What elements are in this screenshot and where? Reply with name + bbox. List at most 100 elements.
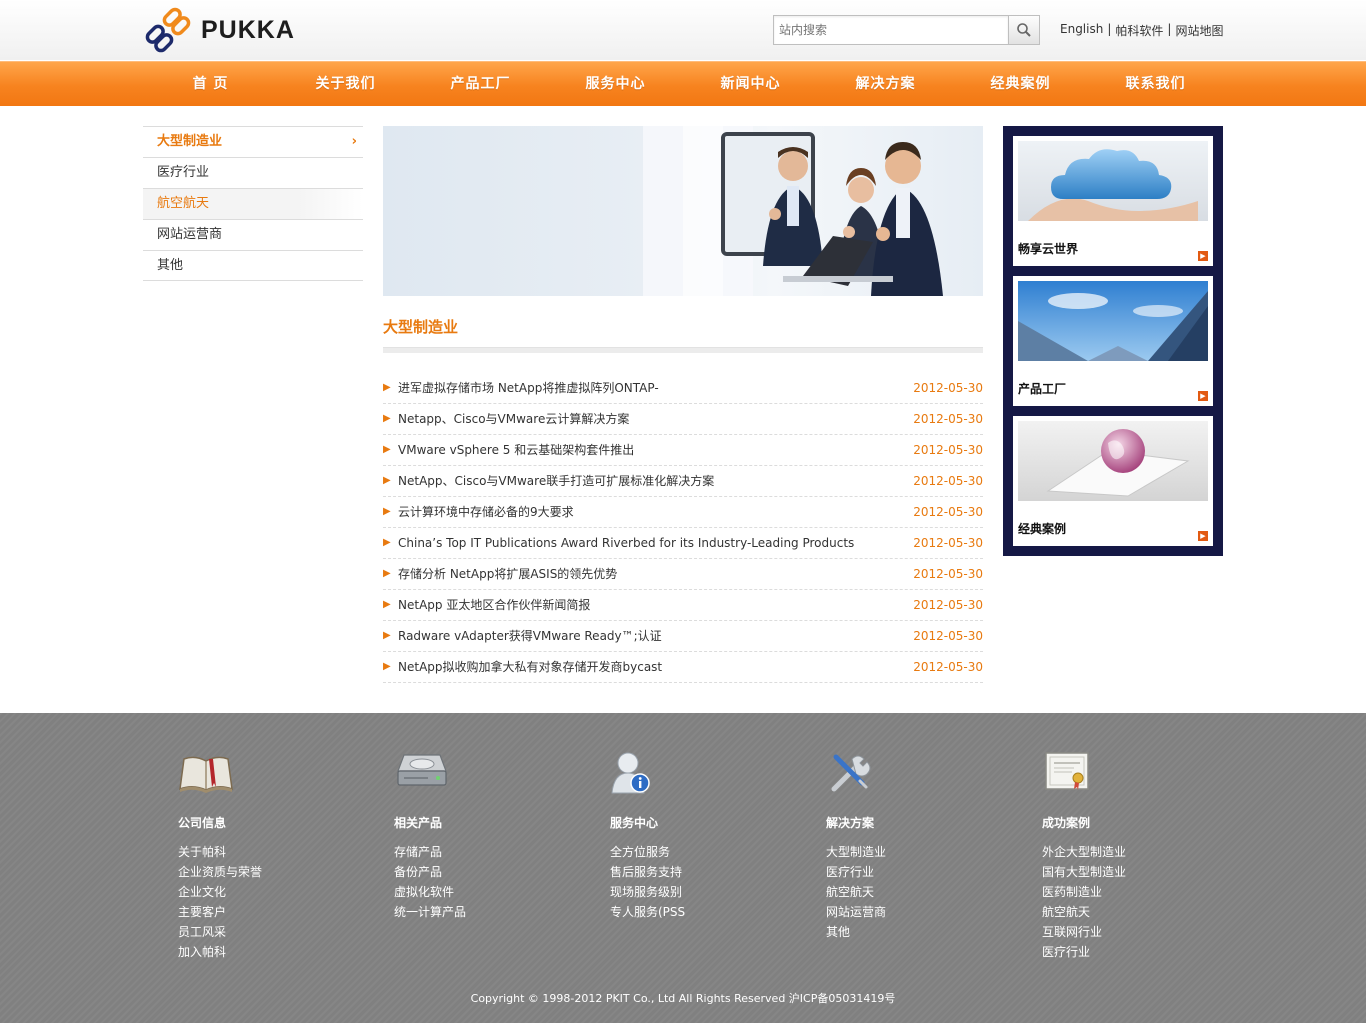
search-icon xyxy=(1017,23,1031,37)
search-button[interactable] xyxy=(1008,15,1040,45)
footer-link[interactable]: 员工风采 xyxy=(178,922,262,942)
footer-link[interactable]: 医药制造业 xyxy=(1042,882,1126,902)
search-input[interactable] xyxy=(773,15,1008,45)
bullet-icon: ▶ xyxy=(383,506,391,517)
sidebar-item-manufacturing[interactable]: 大型制造业 › xyxy=(143,126,363,157)
list-item[interactable]: ▶ Radware vAdapter获得VMware Ready™;认证 2012… xyxy=(383,621,983,652)
featured-card-label: 经典案例 xyxy=(1018,522,1067,536)
globe-laptop-image xyxy=(1018,421,1208,501)
nav-about[interactable]: 关于我们 xyxy=(278,62,413,107)
list-item[interactable]: ▶ 存储分析 NetApp将扩展ASIS的领先优势 2012-05-30 xyxy=(383,559,983,590)
sidebar-item-aerospace[interactable]: 航空航天 xyxy=(143,188,363,219)
footer-link[interactable]: 虚拟化软件 xyxy=(394,882,466,902)
list-item[interactable]: ▶ Netapp、Cisco与VMware云计算解决方案 2012-05-30 xyxy=(383,404,983,435)
news-date: 2012-05-30 xyxy=(913,598,983,612)
footer-column-title: 服务中心 xyxy=(610,816,659,830)
separator: | xyxy=(1167,22,1172,36)
featured-card-products[interactable]: 产品工厂 ▶ xyxy=(1013,276,1213,406)
footer-link[interactable]: 国有大型制造业 xyxy=(1042,862,1126,882)
news-title[interactable]: China’s Top IT Publications Award Riverb… xyxy=(398,528,854,558)
site-logo[interactable]: PUKKA xyxy=(143,6,295,54)
nav-cases[interactable]: 经典案例 xyxy=(953,62,1088,107)
bullet-icon: ▶ xyxy=(383,661,391,672)
separator: | xyxy=(1107,22,1112,36)
sidebar-item-web-operators[interactable]: 网站运营商 xyxy=(143,219,363,250)
pukka-software-link[interactable]: 帕科软件 xyxy=(1115,22,1163,39)
skyscraper-image xyxy=(1018,281,1208,361)
news-title[interactable]: 云计算环境中存储必备的9大要求 xyxy=(398,497,574,527)
featured-panel: 畅享云世界 ▶ 产品工厂 ▶ 经典案例 ▶ xyxy=(1003,126,1223,556)
tools-icon xyxy=(826,749,882,797)
footer-link[interactable]: 备份产品 xyxy=(394,862,466,882)
certificate-icon xyxy=(1042,749,1098,797)
arrow-right-icon[interactable]: ▶ xyxy=(1198,531,1208,541)
news-title[interactable]: Radware vAdapter获得VMware Ready™;认证 xyxy=(398,621,662,651)
footer-link[interactable]: 航空航天 xyxy=(826,882,886,902)
list-item[interactable]: ▶ NetApp 亚太地区合作伙伴新闻简报 2012-05-30 xyxy=(383,590,983,621)
hard-drive-icon xyxy=(394,749,450,797)
bullet-icon: ▶ xyxy=(383,568,391,579)
footer-link[interactable]: 存储产品 xyxy=(394,842,466,862)
news-date: 2012-05-30 xyxy=(913,629,983,643)
list-item[interactable]: ▶ NetApp拟收购加拿大私有对象存储开发商bycast 2012-05-30 xyxy=(383,652,983,683)
footer-link[interactable]: 加入帕科 xyxy=(178,942,262,962)
book-icon xyxy=(178,749,234,797)
news-title[interactable]: 存储分析 NetApp将扩展ASIS的领先优势 xyxy=(398,559,617,589)
news-date: 2012-05-30 xyxy=(913,412,983,426)
list-item[interactable]: ▶ VMware vSphere 5 和云基础架构套件推出 2012-05-30 xyxy=(383,435,983,466)
sidebar-item-medical[interactable]: 医疗行业 xyxy=(143,157,363,188)
footer-link[interactable]: 全方位服务 xyxy=(610,842,685,862)
footer-link[interactable]: 售后服务支持 xyxy=(610,862,685,882)
list-item[interactable]: ▶ NetApp、Cisco与VMware联手打造可扩展标准化解决方案 2012-… xyxy=(383,466,983,497)
sidebar-item-other[interactable]: 其他 xyxy=(143,250,363,281)
footer-link[interactable]: 航空航天 xyxy=(1042,902,1126,922)
main-nav: 首 页 关于我们 产品工厂 服务中心 新闻中心 解决方案 经典案例 联系我们 xyxy=(0,61,1366,106)
site-footer: 公司信息 关于帕科 企业资质与荣誉 企业文化 主要客户 员工风采 加入帕科 相关… xyxy=(0,713,1366,1023)
sidebar-item-label: 大型制造业 xyxy=(157,134,223,149)
nav-products[interactable]: 产品工厂 xyxy=(413,62,548,107)
sitemap-link[interactable]: 网站地图 xyxy=(1175,22,1223,39)
footer-link[interactable]: 主要客户 xyxy=(178,902,262,922)
footer-link[interactable]: 企业文化 xyxy=(178,882,262,902)
footer-link[interactable]: 统一计算产品 xyxy=(394,902,466,922)
news-title[interactable]: Netapp、Cisco与VMware云计算解决方案 xyxy=(398,404,629,434)
sidebar: 大型制造业 › 医疗行业 航空航天 网站运营商 其他 xyxy=(143,126,363,281)
footer-link[interactable]: 互联网行业 xyxy=(1042,922,1126,942)
chevron-right-icon: › xyxy=(351,134,357,149)
news-title[interactable]: NetApp 亚太地区合作伙伴新闻简报 xyxy=(398,590,590,620)
footer-link[interactable]: 关于帕科 xyxy=(178,842,262,862)
nav-home[interactable]: 首 页 xyxy=(143,62,278,107)
bullet-icon: ▶ xyxy=(383,599,391,610)
nav-solutions[interactable]: 解决方案 xyxy=(818,62,953,107)
news-date: 2012-05-30 xyxy=(913,381,983,395)
nav-contact[interactable]: 联系我们 xyxy=(1088,62,1223,107)
footer-link[interactable]: 其他 xyxy=(826,922,886,942)
news-title[interactable]: NetApp、Cisco与VMware联手打造可扩展标准化解决方案 xyxy=(398,466,714,496)
english-link[interactable]: English xyxy=(1060,22,1103,39)
footer-link[interactable]: 外企大型制造业 xyxy=(1042,842,1126,862)
bullet-icon: ▶ xyxy=(383,382,391,393)
nav-service[interactable]: 服务中心 xyxy=(548,62,683,107)
footer-column-title: 解决方案 xyxy=(826,816,875,830)
featured-card-cases[interactable]: 经典案例 ▶ xyxy=(1013,416,1213,546)
arrow-right-icon[interactable]: ▶ xyxy=(1198,391,1208,401)
footer-link[interactable]: 医疗行业 xyxy=(1042,942,1126,962)
news-title[interactable]: 进军虚拟存储市场 NetApp将推虚拟阵列ONTAP- xyxy=(398,373,659,403)
footer-link[interactable]: 大型制造业 xyxy=(826,842,886,862)
nav-news[interactable]: 新闻中心 xyxy=(683,62,818,107)
footer-link[interactable]: 网站运营商 xyxy=(826,902,886,922)
arrow-right-icon[interactable]: ▶ xyxy=(1198,251,1208,261)
footer-link[interactable]: 医疗行业 xyxy=(826,862,886,882)
footer-column-title: 成功案例 xyxy=(1042,816,1091,830)
list-item[interactable]: ▶ 云计算环境中存储必备的9大要求 2012-05-30 xyxy=(383,497,983,528)
news-title[interactable]: NetApp拟收购加拿大私有对象存储开发商bycast xyxy=(398,652,662,682)
list-item[interactable]: ▶ 进军虚拟存储市场 NetApp将推虚拟阵列ONTAP- 2012-05-30 xyxy=(383,373,983,404)
news-date: 2012-05-30 xyxy=(913,443,983,457)
list-item[interactable]: ▶ China’s Top IT Publications Award River… xyxy=(383,528,983,559)
news-title[interactable]: VMware vSphere 5 和云基础架构套件推出 xyxy=(398,435,634,465)
footer-link[interactable]: 企业资质与荣誉 xyxy=(178,862,262,882)
footer-link[interactable]: 专人服务(PSS xyxy=(610,902,685,922)
footer-link[interactable]: 现场服务级别 xyxy=(610,882,685,902)
site-header: PUKKA English | 帕科软件 | 网站地图 xyxy=(0,0,1366,60)
featured-card-cloud[interactable]: 畅享云世界 ▶ xyxy=(1013,136,1213,266)
